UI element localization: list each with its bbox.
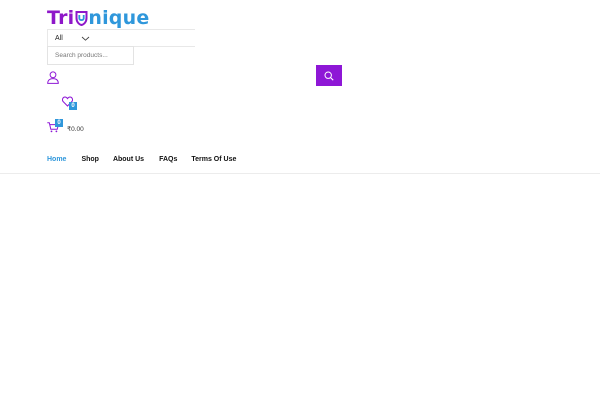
header-divider — [0, 173, 600, 174]
search-button[interactable] — [316, 65, 342, 86]
logo-text-part1: Tri — [47, 6, 75, 29]
search-input[interactable] — [47, 46, 134, 65]
cart-total: ₹0.00 — [67, 126, 84, 133]
nav-item-home[interactable]: Home — [47, 155, 66, 165]
search-icon — [324, 70, 334, 81]
u-shield-icon — [75, 11, 88, 26]
logo-text-part2: nique — [88, 6, 150, 29]
user-icon[interactable] — [47, 71, 59, 84]
category-select-value: All — [55, 34, 63, 42]
main-nav: Home Shop About Us FAQs Terms Of Use — [47, 155, 236, 165]
category-select[interactable]: All — [47, 29, 195, 47]
wishlist-count-badge: 0 — [69, 102, 77, 110]
nav-item-terms-of-use[interactable]: Terms Of Use — [191, 155, 236, 165]
chevron-down-icon — [81, 36, 90, 41]
nav-item-about-us[interactable]: About Us — [113, 155, 144, 165]
site-logo[interactable]: Tri nique — [47, 6, 149, 30]
nav-item-faqs[interactable]: FAQs — [159, 155, 177, 165]
cart-button[interactable]: 0 ₹0.00 — [47, 119, 107, 137]
cart-count-badge: 0 — [55, 119, 63, 127]
nav-item-shop[interactable]: Shop — [81, 155, 99, 165]
